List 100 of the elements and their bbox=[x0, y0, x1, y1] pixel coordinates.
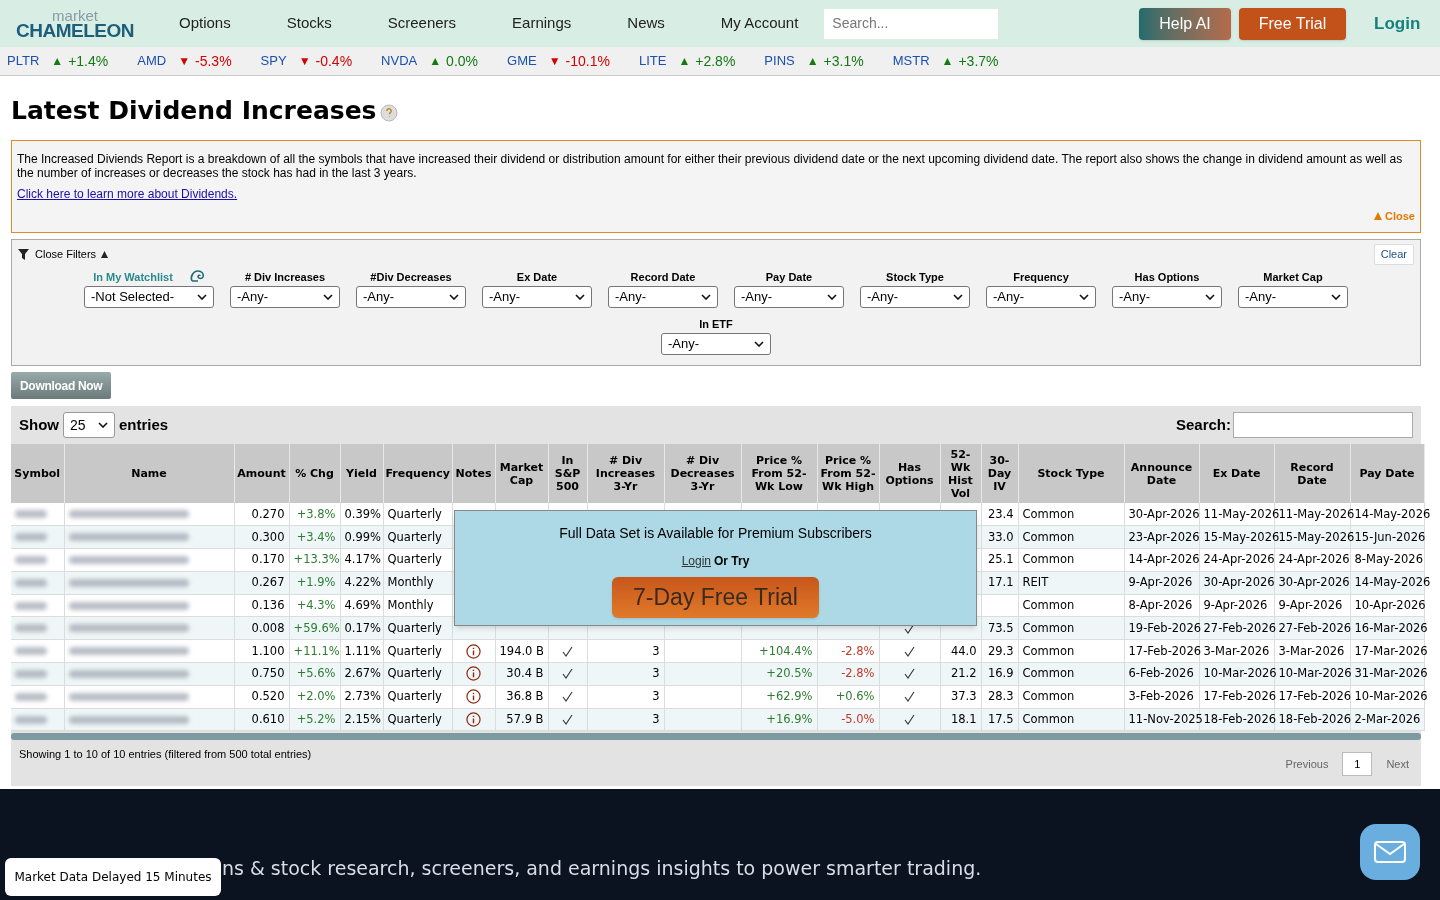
redacted-text-icon bbox=[68, 692, 189, 701]
table-cell: Quarterly bbox=[387, 620, 442, 635]
column-header[interactable]: 30-Day IV bbox=[983, 454, 1016, 493]
dropdown-caret-icon bbox=[1079, 294, 1089, 300]
horizontal-scrollbar[interactable] bbox=[11, 733, 1421, 741]
info-icon[interactable] bbox=[466, 689, 481, 705]
column-header[interactable]: Stock Type bbox=[1020, 467, 1122, 480]
close-filters-toggle[interactable]: Close Filters bbox=[35, 246, 97, 263]
column-header[interactable]: % Chg bbox=[291, 467, 338, 480]
ticker-symbol[interactable]: PINS bbox=[764, 51, 795, 71]
dropdown-caret-icon bbox=[449, 294, 459, 300]
column-header[interactable]: Notes bbox=[454, 467, 493, 480]
table-cell: 0.136 bbox=[251, 597, 285, 612]
help-ai-button[interactable]: Help AI bbox=[1139, 7, 1231, 40]
redacted-text-icon bbox=[15, 647, 47, 656]
info-icon[interactable] bbox=[466, 643, 481, 659]
nav-link[interactable]: Options bbox=[161, 12, 249, 35]
table-cell: 3-Feb-2026 bbox=[1128, 689, 1194, 704]
dropdown-caret-icon bbox=[197, 294, 207, 300]
filter-label: In ETF bbox=[699, 317, 733, 333]
filter-dropdown[interactable]: -Any- bbox=[734, 286, 844, 308]
filter-dropdown[interactable]: -Any- bbox=[661, 333, 771, 355]
filter-dropdown[interactable]: -Any- bbox=[1112, 286, 1222, 308]
help-icon[interactable] bbox=[380, 103, 399, 122]
ticker-symbol[interactable]: GME bbox=[507, 51, 537, 71]
chat-button[interactable] bbox=[1360, 824, 1420, 880]
table-search-field[interactable] bbox=[1233, 412, 1413, 438]
table-cell: 15-May-2026 bbox=[1278, 529, 1355, 544]
filter-dropdown[interactable]: -Any- bbox=[230, 286, 340, 308]
info-icon[interactable] bbox=[466, 711, 481, 727]
free-trial-button[interactable]: Free Trial bbox=[1239, 7, 1346, 40]
column-header[interactable]: Market Cap bbox=[497, 460, 546, 487]
column-header[interactable]: Announce Date bbox=[1126, 460, 1197, 487]
table-cell: 17.5 bbox=[987, 711, 1014, 726]
column-header[interactable]: Name bbox=[66, 467, 232, 480]
column-header[interactable]: Has Options bbox=[881, 460, 938, 487]
column-header[interactable]: 52-Wk Hist Vol bbox=[942, 447, 979, 500]
table-cell: 37.3 bbox=[950, 689, 977, 704]
dropdown-caret-icon bbox=[701, 294, 711, 300]
column-header[interactable]: Pay Date bbox=[1352, 467, 1422, 480]
table-cell: 14-Apr-2026 bbox=[1128, 552, 1200, 567]
column-header[interactable]: Price % From 52-Wk Low bbox=[743, 454, 815, 493]
filter-dropdown[interactable]: -Any- bbox=[608, 286, 718, 308]
column-header[interactable]: Price % From 52-Wk High bbox=[819, 454, 877, 493]
table-cell: 19-Feb-2026 bbox=[1128, 620, 1202, 635]
column-header[interactable]: Yield bbox=[342, 467, 381, 480]
info-icon[interactable] bbox=[466, 666, 481, 682]
nav-link[interactable]: Screeners bbox=[369, 12, 475, 35]
filter-dropdown[interactable]: -Not Selected- bbox=[84, 286, 214, 308]
ticker-symbol[interactable]: SPY bbox=[260, 51, 287, 71]
nav-link[interactable]: Stocks bbox=[268, 12, 350, 35]
table-cell: +16.9% bbox=[766, 711, 813, 726]
redacted-text-icon bbox=[68, 669, 189, 678]
previous-page-link[interactable]: Previous bbox=[1285, 756, 1329, 773]
filter-dropdown[interactable]: -Any- bbox=[986, 286, 1096, 308]
free-trial-button[interactable]: 7-Day Free Trial bbox=[612, 577, 819, 618]
dividends-link[interactable]: Click here to learn more about Dividends. bbox=[17, 184, 238, 203]
logo[interactable]: market CHAMELEON bbox=[18, 7, 132, 40]
search-field[interactable]: Search... bbox=[824, 8, 999, 39]
column-header[interactable]: Ex Date bbox=[1201, 467, 1272, 480]
table-cell: 18-Feb-2026 bbox=[1278, 711, 1352, 726]
nav-link[interactable]: Earnings bbox=[494, 12, 590, 35]
filter-dropdown[interactable]: -Any- bbox=[1238, 286, 1348, 308]
filter-dropdown[interactable]: -Any- bbox=[356, 286, 466, 308]
table-cell: 10-Mar-2026 bbox=[1278, 666, 1352, 681]
column-header[interactable]: Symbol bbox=[13, 467, 62, 480]
dropdown-caret-icon bbox=[827, 294, 837, 300]
filter-dropdown[interactable]: -Any- bbox=[860, 286, 970, 308]
login-link[interactable]: Login bbox=[681, 552, 711, 570]
page-number-button[interactable]: 1 bbox=[1342, 752, 1373, 777]
ticker-symbol[interactable]: NVDA bbox=[381, 51, 418, 71]
table-cell: 0.300 bbox=[251, 529, 285, 544]
table-cell: 10-Apr-2026 bbox=[1354, 597, 1426, 612]
filter-label: Ex Date bbox=[516, 270, 558, 286]
login-link[interactable]: Login bbox=[1374, 10, 1430, 37]
column-header[interactable]: # Div Increases 3-Yr bbox=[589, 454, 662, 493]
redacted-text-icon bbox=[15, 510, 47, 519]
ticker-symbol[interactable]: AMD bbox=[137, 51, 167, 71]
column-header[interactable]: Frequency bbox=[385, 467, 450, 480]
ticker-change: +3.1% bbox=[823, 51, 864, 71]
table-cell: 16-Mar-2026 bbox=[1354, 620, 1428, 635]
ticker-symbol[interactable]: PLTR bbox=[7, 51, 40, 71]
clear-button[interactable]: Clear bbox=[1373, 244, 1414, 265]
column-header[interactable]: # Div Decreases 3-Yr bbox=[666, 454, 739, 493]
nav-link[interactable]: My Account bbox=[702, 12, 817, 35]
ticker-symbol[interactable]: LITE bbox=[638, 51, 667, 71]
table-cell: 17-Feb-2026 bbox=[1203, 689, 1277, 704]
nav-link[interactable]: News bbox=[609, 12, 683, 35]
table-cell: 29.3 bbox=[987, 643, 1014, 658]
table-cell: -2.8% bbox=[841, 643, 875, 658]
data-delay-badge: Market Data Delayed 15 Minutes bbox=[5, 858, 221, 896]
table-cell: 18.1 bbox=[950, 711, 977, 726]
ticker-symbol[interactable]: MSTR bbox=[892, 51, 930, 71]
column-header[interactable]: Record Date bbox=[1276, 460, 1348, 487]
next-page-link[interactable]: Next bbox=[1386, 756, 1409, 773]
table-cell: 11-May-2026 bbox=[1278, 506, 1355, 521]
column-header[interactable]: In S&P 500 bbox=[550, 454, 585, 493]
column-header[interactable]: Amount bbox=[236, 467, 287, 480]
page-size-dropdown[interactable]: 25 bbox=[63, 412, 115, 438]
filter-dropdown[interactable]: -Any- bbox=[482, 286, 592, 308]
